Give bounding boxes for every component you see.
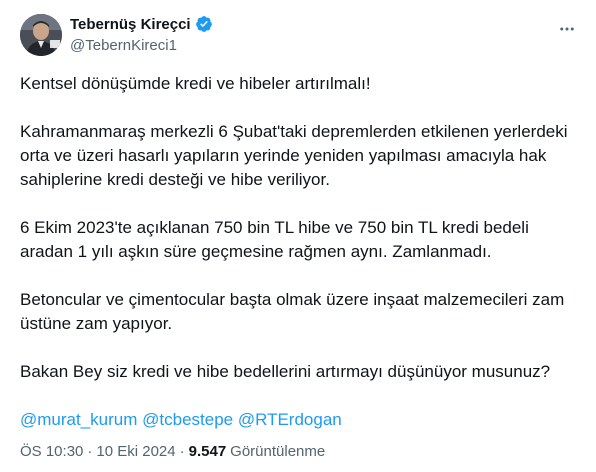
avatar[interactable] (20, 14, 62, 56)
tweet-paragraph: Betoncular ve çimentocular başta olmak ü… (20, 290, 565, 333)
mention-link[interactable]: @murat_kurum (20, 410, 137, 429)
tweet-paragraph: Kentsel dönüşümde kredi ve hibeler artır… (20, 74, 371, 93)
tweet-time[interactable]: ÖS 10:30 (20, 443, 83, 460)
tweet-paragraph: 6 Ekim 2023'te açıklanan 750 bin TL hibe… (20, 218, 529, 261)
tweet-meta: ÖS 10:30 · 10 Eki 2024 · 9.547 Görüntüle… (20, 443, 325, 460)
tweet-paragraph: Bakan Bey siz kredi ve hibe bedellerini … (20, 362, 551, 381)
views-label: Görüntülenme (230, 443, 326, 460)
ellipsis-icon (560, 27, 574, 31)
meta-separator: · (179, 443, 185, 460)
mention-link[interactable]: @RTErdogan (238, 410, 342, 429)
tweet-paragraph: Kahramanmaraş merkezli 6 Şubat'taki depr… (20, 122, 568, 189)
tweet-text: Kentsel dönüşümde kredi ve hibeler artır… (20, 72, 580, 448)
mentions-line: @murat_kurum @tcbestepe @RTErdogan (20, 408, 580, 432)
views-count: 9.547 (188, 443, 227, 460)
tweet-card: Tebernüş Kireçci @TebernKireci1 Kentsel … (0, 0, 596, 472)
tweet-header: Tebernüş Kireçci @TebernKireci1 (16, 12, 588, 60)
tweet-date[interactable]: 10 Eki 2024 (96, 443, 175, 460)
handle[interactable]: @TebernKireci1 (70, 37, 213, 54)
profile-photo-icon (20, 14, 62, 56)
display-name[interactable]: Tebernüş Kireçci (70, 16, 191, 33)
more-options-button[interactable] (552, 14, 582, 44)
verified-badge-icon (195, 15, 213, 33)
meta-separator: · (87, 443, 93, 460)
mention-link[interactable]: @tcbestepe (142, 410, 233, 429)
